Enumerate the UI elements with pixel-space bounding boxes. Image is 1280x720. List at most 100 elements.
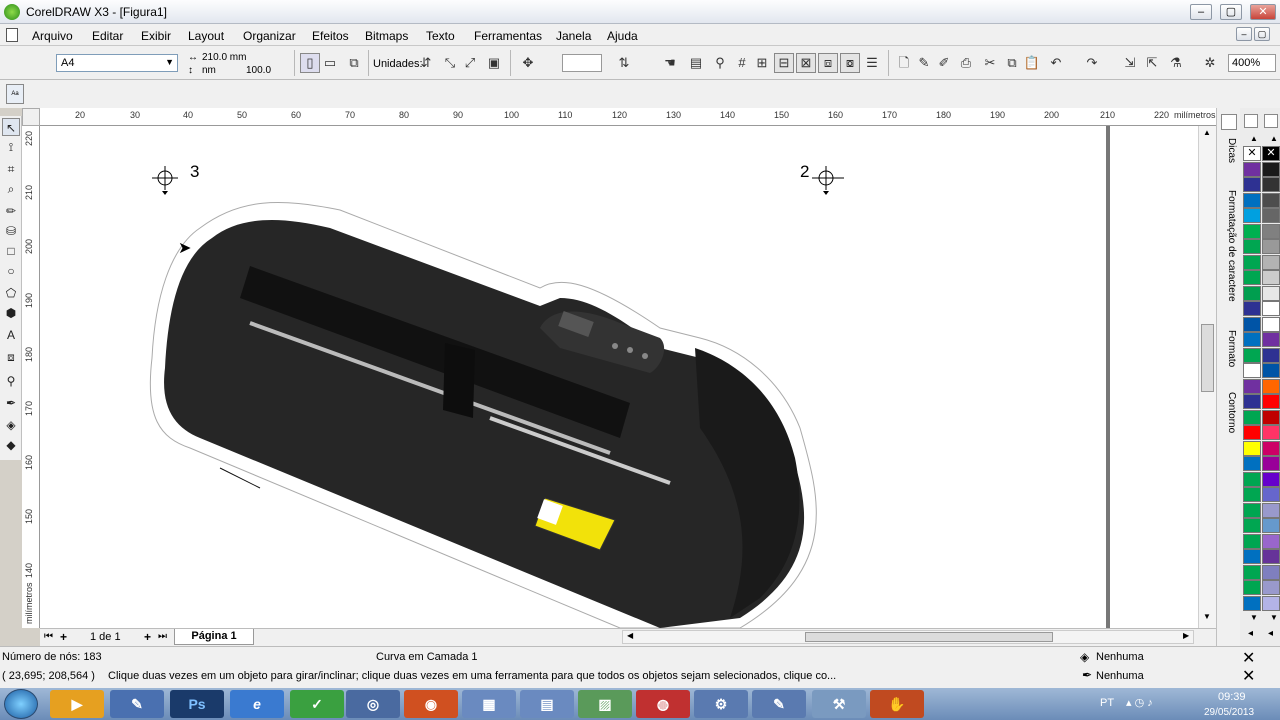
super-nudge-icon[interactable]: ⤢ xyxy=(460,53,480,73)
taskbar-app-hand-icon[interactable]: ✋ xyxy=(870,690,924,718)
taskbar-app-media-icon[interactable]: ▶ xyxy=(50,690,104,718)
interactive-fill-tool-icon[interactable]: ◆ xyxy=(2,436,20,454)
taskbar-app-tool-icon[interactable]: ⚙ xyxy=(694,690,748,718)
interactive-blend-tool-icon[interactable]: ⧈ xyxy=(2,348,20,366)
color-swatch[interactable] xyxy=(1243,425,1261,440)
color-swatch[interactable] xyxy=(1262,285,1280,301)
pin-icon[interactable]: ⚲ xyxy=(710,53,730,73)
crop-tool-icon[interactable]: ⌗ xyxy=(2,160,20,178)
color-swatch[interactable] xyxy=(1262,471,1280,487)
zoom-tool-icon[interactable]: ⌕ xyxy=(2,180,20,198)
save-icon[interactable]: ✐ xyxy=(934,53,954,73)
taskbar-app-ie-icon[interactable]: e xyxy=(230,690,284,718)
color-swatch[interactable] xyxy=(1262,363,1280,378)
color-swatch[interactable] xyxy=(1243,580,1261,595)
palette-options-icon[interactable] xyxy=(1244,114,1258,128)
color-swatch[interactable] xyxy=(1243,332,1261,347)
color-swatch[interactable] xyxy=(1243,177,1261,192)
landscape-button[interactable]: ▭ xyxy=(320,53,340,73)
taskbar-app-disc-icon[interactable]: ◎ xyxy=(346,690,400,718)
no-fill-icon[interactable]: ✕ xyxy=(1242,648,1255,668)
snap-icon[interactable]: ⇅ xyxy=(614,53,634,73)
tray-icons[interactable]: ▴ ◷ ♪ xyxy=(1126,696,1153,709)
text-tool-icon-2[interactable]: A xyxy=(2,326,20,344)
outline-status[interactable]: Nenhuma xyxy=(1096,670,1144,682)
color-swatch[interactable]: ✕ xyxy=(1262,146,1280,161)
color-swatch[interactable] xyxy=(1262,564,1280,580)
tab-formato[interactable]: Formato xyxy=(1219,330,1237,367)
taskbar-app-calculator-icon[interactable]: ▦ xyxy=(462,690,516,718)
distribute-icon[interactable]: ☰ xyxy=(862,53,882,73)
color-swatch[interactable] xyxy=(1243,549,1261,564)
color-swatch[interactable] xyxy=(1262,239,1280,254)
shape-tool-icon[interactable]: ⟟ xyxy=(2,138,20,156)
undo-icon[interactable]: ↶ xyxy=(1046,53,1066,73)
horizontal-scrollbar[interactable]: ◀ ▶ xyxy=(622,630,1194,644)
nudge-icon[interactable]: ⤡ xyxy=(440,53,460,73)
no-outline-icon[interactable]: ✕ xyxy=(1242,666,1255,686)
tab-formatacao-caractere[interactable]: Formatação de caractere xyxy=(1219,190,1237,302)
doc-minimize-button[interactable]: – xyxy=(1236,27,1252,41)
polygon-tool-icon[interactable]: ⬠ xyxy=(2,284,20,302)
taskbar-app-firefox-icon[interactable]: ◉ xyxy=(404,690,458,718)
palette-flyout-icon[interactable]: ◂ xyxy=(1268,628,1273,639)
palette-scroll-up-icon[interactable]: ▲ xyxy=(1250,134,1258,143)
move-icon[interactable]: ✥ xyxy=(518,53,538,73)
guidelines-icon[interactable]: ⊞ xyxy=(752,53,772,73)
color-swatch[interactable] xyxy=(1243,440,1261,456)
color-swatch[interactable] xyxy=(1243,394,1261,409)
maximize-button[interactable]: ▢ xyxy=(1220,4,1242,20)
all-pages-button[interactable]: ⧉ xyxy=(344,53,364,73)
menu-exibir[interactable]: Exibir xyxy=(141,29,171,43)
taskbar-app-chrome-icon[interactable]: ◍ xyxy=(636,690,690,718)
units-select[interactable]: ⇵ xyxy=(416,53,436,73)
color-swatch[interactable] xyxy=(1243,347,1261,363)
color-swatch[interactable] xyxy=(1262,192,1280,208)
menu-ferramentas[interactable]: Ferramentas xyxy=(474,29,542,43)
menu-texto[interactable]: Texto xyxy=(426,29,455,43)
color-swatch[interactable] xyxy=(1243,471,1261,487)
registration-mark-icon[interactable] xyxy=(810,164,846,196)
color-swatch[interactable] xyxy=(1262,378,1280,394)
taskbar-app-robot-icon[interactable]: ⚒ xyxy=(812,690,866,718)
page-tab[interactable]: Página 1 xyxy=(174,629,254,645)
clock-date[interactable]: 29/05/2013 xyxy=(1204,707,1254,718)
color-swatch[interactable] xyxy=(1243,192,1261,208)
drawing-canvas[interactable]: 3 2 ➤ xyxy=(40,126,1198,628)
color-swatch[interactable] xyxy=(1262,177,1280,192)
ellipse-tool-icon[interactable]: ○ xyxy=(2,262,20,280)
scroll-up-icon[interactable]: ▲ xyxy=(1203,128,1211,137)
paste-icon[interactable]: 📋 xyxy=(1022,53,1042,73)
import-icon[interactable]: ⇲ xyxy=(1120,53,1140,73)
last-page-icon[interactable]: ⏭ xyxy=(158,631,167,642)
taskbar-app-photoshop-icon[interactable]: Ps xyxy=(170,690,224,718)
menu-bitmaps[interactable]: Bitmaps xyxy=(365,29,408,43)
color-swatch[interactable] xyxy=(1262,440,1280,456)
fill-tool-icon[interactable]: ◈ xyxy=(2,416,20,434)
color-swatch[interactable] xyxy=(1262,502,1280,518)
duplicate-distance-icon[interactable]: ▣ xyxy=(484,53,504,73)
palette-scroll-down-icon[interactable]: ▼ xyxy=(1250,613,1258,622)
freehand-tool-icon[interactable]: ✏ xyxy=(2,202,20,220)
zoom-select[interactable]: 400% xyxy=(1228,54,1276,72)
horizontal-ruler[interactable]: 20 30 40 50 60 70 80 90 100 110 120 130 … xyxy=(40,108,1216,126)
height-field[interactable]: 100.0 xyxy=(246,65,271,76)
outline-width-select[interactable] xyxy=(562,54,602,72)
cut-icon[interactable]: ✂ xyxy=(980,53,1000,73)
color-swatch[interactable] xyxy=(1243,487,1261,502)
color-swatch[interactable] xyxy=(1262,487,1280,502)
portrait-button[interactable]: ▯ xyxy=(300,53,320,73)
open-icon[interactable]: ✎ xyxy=(914,53,934,73)
taskbar-app-explorer-icon[interactable]: ▤ xyxy=(520,690,574,718)
color-swatch[interactable] xyxy=(1262,409,1280,425)
color-swatch[interactable] xyxy=(1243,270,1261,285)
color-swatch[interactable] xyxy=(1243,285,1261,301)
color-swatch[interactable] xyxy=(1243,518,1261,533)
color-swatch[interactable] xyxy=(1243,161,1261,177)
color-swatch[interactable] xyxy=(1243,316,1261,332)
color-swatch[interactable] xyxy=(1243,208,1261,223)
color-swatch[interactable] xyxy=(1243,363,1261,378)
color-swatch[interactable] xyxy=(1262,394,1280,409)
color-swatch[interactable] xyxy=(1262,270,1280,285)
color-swatch[interactable] xyxy=(1243,409,1261,425)
